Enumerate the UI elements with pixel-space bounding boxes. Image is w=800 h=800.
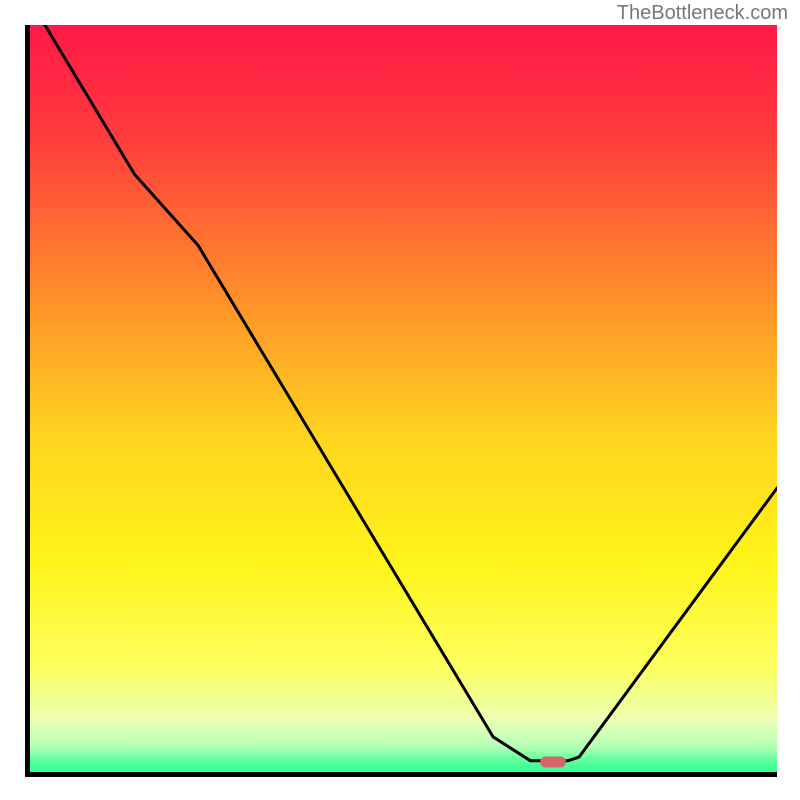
plot-area — [30, 25, 777, 772]
bottleneck-curve — [30, 25, 777, 772]
optimal-point-marker — [540, 757, 566, 768]
watermark-text: TheBottleneck.com — [617, 2, 788, 25]
x-axis — [25, 772, 777, 777]
chart-container: TheBottleneck.com — [0, 0, 800, 800]
